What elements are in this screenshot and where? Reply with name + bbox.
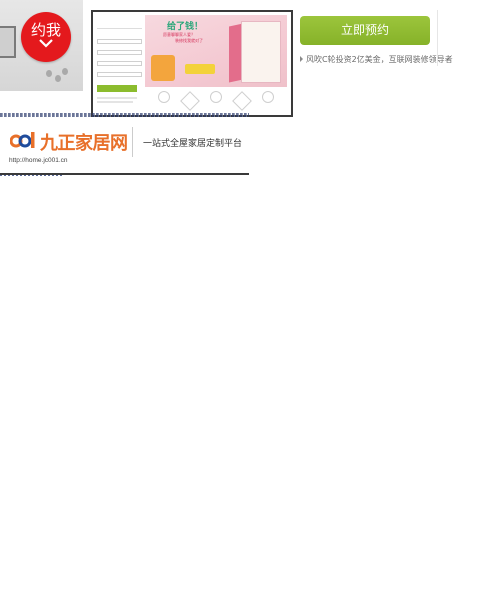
preview-tab [121, 19, 131, 27]
preview-feature [201, 91, 231, 111]
feature-icon [158, 91, 170, 103]
jc001-logo-icon [10, 132, 35, 148]
preview-feature [253, 91, 283, 111]
triangle-right-icon [300, 56, 303, 62]
site-logo-text: 九正家居网 [40, 133, 128, 154]
banner-subtitle-2: 装修找我就对了 [175, 38, 203, 43]
preview-divider [97, 28, 142, 29]
preview-feature [149, 91, 179, 111]
feature-icon [210, 91, 222, 103]
preview-banner: 给了钱！ 愿意聊聊家人爱？ 装修找我就对了 [145, 15, 287, 87]
site-tagline: 一站式全屋家居定制平台 [143, 139, 243, 149]
preview-signup-form [96, 15, 144, 111]
yue-wo-badge[interactable]: 约我 [21, 12, 71, 62]
preview-tab [133, 19, 143, 27]
preview-tab [109, 19, 119, 27]
banner-room-illustration [241, 21, 281, 83]
divider [132, 127, 133, 157]
feature-icon [262, 91, 274, 103]
site-url[interactable]: http://home.jc001.cn [9, 157, 68, 164]
preview-input [97, 39, 142, 44]
preview-feature-row [145, 89, 287, 111]
page: 约我 给了钱！ 愿意聊聊家人爱？ 装修找我就对了 立即预约 风吹C轮投资2亿美金… [0, 0, 500, 600]
site-preview-screenshot[interactable]: 给了钱！ 愿意聊聊家人爱？ 装修找我就对了 [91, 10, 293, 117]
book-now-button[interactable]: 立即预约 [300, 16, 430, 45]
paw-print-icon [62, 68, 68, 75]
paw-print-icon [55, 75, 61, 82]
preview-input [97, 50, 142, 55]
preview-submit-button [97, 85, 137, 92]
preview-footnote [97, 101, 133, 103]
funding-notice-text: 风吹C轮投资2亿美金，互联网装修领导者 [306, 55, 453, 64]
site-header[interactable]: 九正家居网 一站式全屋家居定制平台 http://home.jc001.cn [0, 117, 249, 174]
diamond-icon [180, 91, 200, 111]
diamond-icon [232, 91, 252, 111]
promo-edge-frame [0, 26, 16, 58]
preview-footnote [97, 97, 137, 99]
divider [437, 10, 438, 66]
chevron-down-icon [39, 39, 53, 48]
banner-ribbon [185, 64, 215, 74]
badge-label: 约我 [30, 21, 61, 39]
paw-print-icon [46, 70, 52, 77]
banner-chest-illustration [151, 55, 175, 81]
dotted-rule [0, 175, 62, 176]
preview-tab [97, 19, 107, 27]
banner-title: 给了钱！ [167, 22, 204, 32]
funding-notice[interactable]: 风吹C轮投资2亿美金，互联网装修领导者 [300, 54, 453, 65]
promo-thumbnail[interactable]: 约我 [0, 0, 83, 91]
preview-input [97, 61, 142, 66]
preview-input [97, 72, 142, 77]
